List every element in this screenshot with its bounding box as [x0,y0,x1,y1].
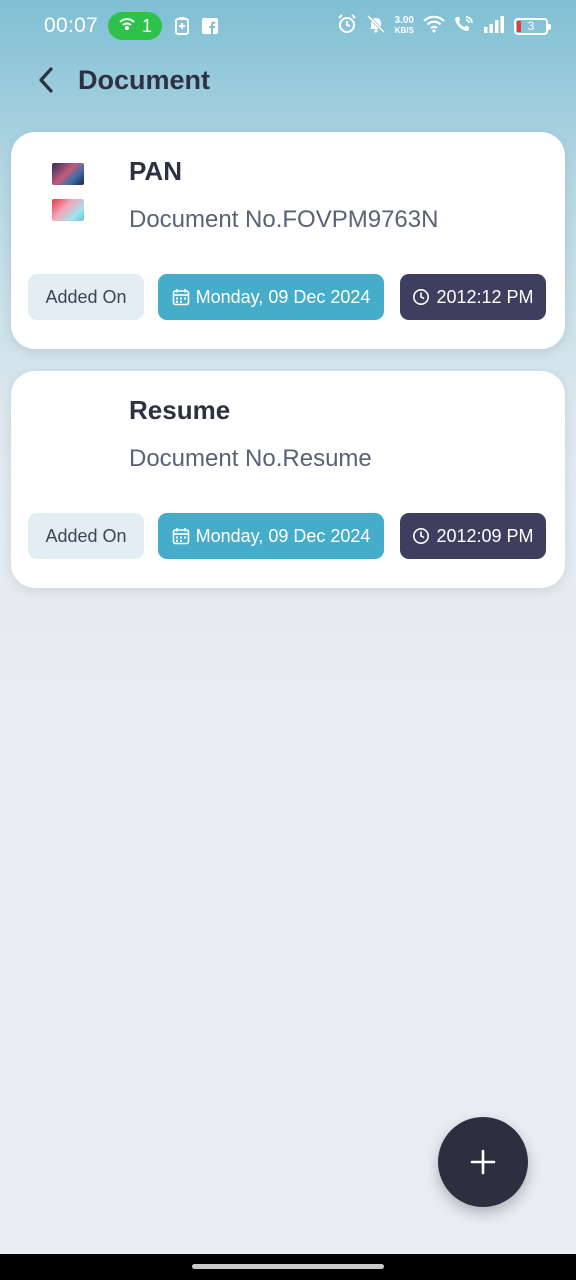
document-thumbnail-front[interactable] [52,163,84,185]
plus-icon [470,1149,496,1175]
add-document-button[interactable] [438,1117,528,1207]
document-title: Resume [129,395,231,425]
date-chip: Monday, 09 Dec 2024 [158,274,384,320]
hotspot-count: 1 [142,15,153,36]
time-chip: 2012:12 PM [400,274,546,320]
signal-icon [483,15,505,38]
document-thumbnail-back[interactable] [52,199,84,221]
status-time: 00:07 [44,14,99,37]
hotspot-icon [118,16,136,37]
document-time: 2012:09 PM [436,525,534,546]
status-right-group: 3.00 KB/S 3 [337,13,551,39]
document-time: 2012:12 PM [436,286,534,307]
calendar-icon [172,288,190,306]
page-title: Document [78,64,211,95]
home-indicator[interactable] [192,1264,384,1269]
wifi-icon [423,15,445,38]
document-number: Document No.FOVPM9763N [129,206,439,233]
clock-icon [412,288,430,306]
calendar-icon [172,527,190,545]
net-speed: 3.00 KB/S [395,16,414,36]
added-on-label: Added On [28,513,144,559]
mute-icon [366,14,386,39]
document-list: PAN Document No.FOVPM9763N Added On Mond… [11,132,565,610]
date-chip: Monday, 09 Dec 2024 [158,513,384,559]
document-card-resume[interactable]: Resume Document No.Resume Added On Monda… [11,371,565,588]
document-thumbnails [52,163,84,235]
wifi-call-icon [454,15,474,38]
time-chip: 2012:09 PM [400,513,546,559]
document-date: Monday, 09 Dec 2024 [195,286,371,307]
document-number: Document No.Resume [129,445,372,472]
status-bar: 00:07 1 3.00 KB/S 3 [0,0,576,52]
navigation-bar [0,1254,576,1280]
net-speed-value: 3.00 [394,15,414,26]
net-speed-unit: KB/S [394,26,414,35]
battery-saver-icon [174,17,190,35]
document-meta-row: Added On Monday, 09 Dec 2024 2012:12 PM [28,274,546,320]
app-header: Document [0,52,576,108]
facebook-icon [202,17,219,35]
alarm-icon [337,13,357,39]
chevron-left-icon [39,67,53,93]
added-on-label: Added On [28,274,144,320]
document-title: PAN [129,156,182,186]
document-meta-row: Added On Monday, 09 Dec 2024 2012:09 PM [28,513,546,559]
document-card-pan[interactable]: PAN Document No.FOVPM9763N Added On Mond… [11,132,565,349]
hotspot-indicator: 1 [108,12,163,40]
battery-icon: 3 [514,17,551,35]
battery-level: 3 [527,19,535,33]
document-date: Monday, 09 Dec 2024 [195,525,371,546]
clock-icon [412,527,430,545]
back-button[interactable] [26,60,66,100]
